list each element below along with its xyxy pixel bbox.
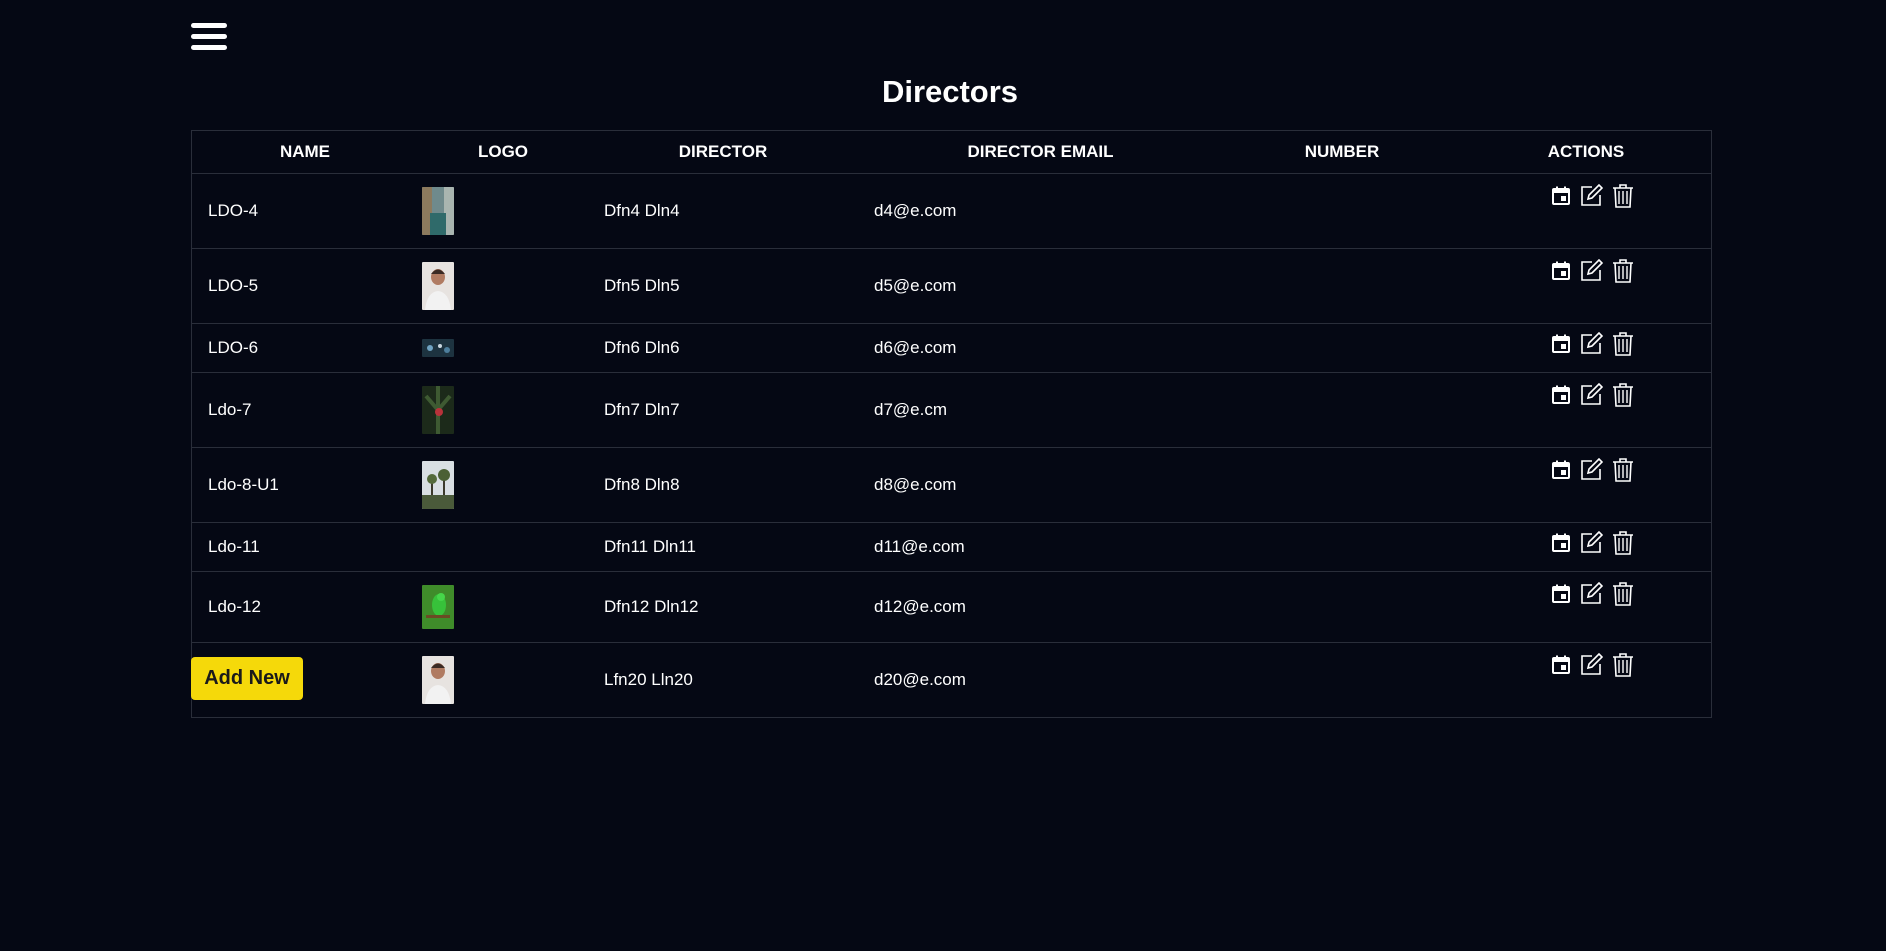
table-row: Ldo-12 Dfn12 Dln12 d12@e.com [192, 571, 1711, 643]
cell-number [1223, 248, 1461, 324]
logo-thumbnail [422, 585, 454, 629]
cell-actions [1461, 323, 1711, 373]
logo-thumbnail [422, 339, 454, 357]
cell-logo [418, 173, 588, 249]
cell-logo [418, 642, 588, 717]
cell-director: Dfn7 Dln7 [588, 372, 858, 448]
calendar-icon[interactable] [1551, 186, 1571, 206]
calendar-icon[interactable] [1551, 261, 1571, 281]
logo-thumbnail [422, 386, 454, 434]
cell-logo [418, 323, 588, 373]
cell-director: Dfn6 Dln6 [588, 323, 858, 373]
cell-director: Dfn5 Dln5 [588, 248, 858, 324]
cell-email: d12@e.com [858, 571, 1223, 643]
trash-icon[interactable] [1611, 259, 1635, 283]
cell-actions [1461, 522, 1711, 572]
cell-director: Dfn12 Dln12 [588, 571, 858, 643]
header-director: DIRECTOR [588, 131, 858, 174]
cell-logo [418, 372, 588, 448]
cell-director: Dfn11 Dln11 [588, 522, 858, 572]
header-logo: LOGO [418, 131, 588, 174]
table-row: LDO-6 Dfn6 Dln6 d6@e.com [192, 323, 1711, 373]
cell-number [1223, 642, 1461, 717]
calendar-icon[interactable] [1551, 533, 1571, 553]
cell-email: d7@e.cm [858, 372, 1223, 448]
edit-icon[interactable] [1579, 259, 1603, 283]
cell-number [1223, 447, 1461, 523]
cell-actions [1461, 372, 1711, 448]
header-number: NUMBER [1223, 131, 1461, 174]
trash-icon[interactable] [1611, 653, 1635, 677]
calendar-icon[interactable] [1551, 460, 1571, 480]
page-title: Directors [881, 74, 1019, 109]
cell-logo [418, 248, 588, 324]
cell-name: LDO-5 [192, 248, 418, 324]
cell-email: d5@e.com [858, 248, 1223, 324]
logo-thumbnail [422, 461, 454, 509]
trash-icon[interactable] [1611, 383, 1635, 407]
cell-number [1223, 323, 1461, 373]
cell-director: Lfn20 Lln20 [588, 642, 858, 717]
trash-icon[interactable] [1611, 458, 1635, 482]
cell-name: LDO-4 [192, 173, 418, 249]
table-header-row: NAME LOGO DIRECTOR DIRECTOR EMAIL NUMBER… [192, 131, 1711, 174]
cell-director: Dfn4 Dln4 [588, 173, 858, 249]
trash-icon[interactable] [1611, 531, 1635, 555]
cell-number [1223, 173, 1461, 249]
cell-logo [418, 447, 588, 523]
cell-number [1223, 522, 1461, 572]
cell-name: Ldo-12 [192, 571, 418, 643]
cell-logo [418, 571, 588, 643]
cell-email: d20@e.com [858, 642, 1223, 717]
cell-actions [1461, 173, 1711, 249]
edit-icon[interactable] [1579, 653, 1603, 677]
cell-number [1223, 571, 1461, 643]
cell-name: LDO-6 [192, 323, 418, 373]
edit-icon[interactable] [1579, 383, 1603, 407]
edit-icon[interactable] [1579, 332, 1603, 356]
logo-thumbnail [422, 262, 454, 310]
hamburger-menu-icon[interactable] [191, 18, 231, 54]
cell-director: Dfn8 Dln8 [588, 447, 858, 523]
edit-icon[interactable] [1579, 184, 1603, 208]
calendar-icon[interactable] [1551, 655, 1571, 675]
calendar-icon[interactable] [1551, 584, 1571, 604]
cell-logo [418, 522, 588, 572]
edit-icon[interactable] [1579, 458, 1603, 482]
table-row: Ldo-7 Dfn7 Dln7 d7@e.cm [192, 372, 1711, 448]
cell-actions [1461, 248, 1711, 324]
cell-email: d6@e.com [858, 323, 1223, 373]
calendar-icon[interactable] [1551, 334, 1571, 354]
cell-email: d8@e.com [858, 447, 1223, 523]
header-director-email: DIRECTOR EMAIL [858, 131, 1223, 174]
table-row: Ldo20 Lfn20 Lln20 d20@e.com [192, 642, 1711, 717]
cell-name: Ldo-11 [192, 522, 418, 572]
header-name: NAME [192, 131, 418, 174]
cell-name: Ldo-7 [192, 372, 418, 448]
edit-icon[interactable] [1579, 582, 1603, 606]
logo-thumbnail [422, 656, 454, 704]
cell-email: d4@e.com [858, 173, 1223, 249]
add-new-button[interactable]: Add New [191, 657, 303, 700]
table-row: Ldo-8-U1 Dfn8 Dln8 d8@e.com [192, 447, 1711, 523]
cell-actions [1461, 447, 1711, 523]
edit-icon[interactable] [1579, 531, 1603, 555]
logo-thumbnail [422, 187, 454, 235]
directors-table: NAME LOGO DIRECTOR DIRECTOR EMAIL NUMBER… [191, 130, 1712, 718]
table-row: Ldo-11 Dfn11 Dln11 d11@e.com [192, 522, 1711, 572]
trash-icon[interactable] [1611, 582, 1635, 606]
calendar-icon[interactable] [1551, 385, 1571, 405]
table-row: LDO-5 Dfn5 Dln5 d5@e.com [192, 248, 1711, 324]
cell-actions [1461, 571, 1711, 643]
cell-email: d11@e.com [858, 522, 1223, 572]
cell-name: Ldo-8-U1 [192, 447, 418, 523]
cell-number [1223, 372, 1461, 448]
cell-actions [1461, 642, 1711, 717]
table-row: LDO-4 Dfn4 Dln4 d4@e.com [192, 173, 1711, 249]
header-actions: ACTIONS [1461, 131, 1711, 174]
trash-icon[interactable] [1611, 184, 1635, 208]
trash-icon[interactable] [1611, 332, 1635, 356]
